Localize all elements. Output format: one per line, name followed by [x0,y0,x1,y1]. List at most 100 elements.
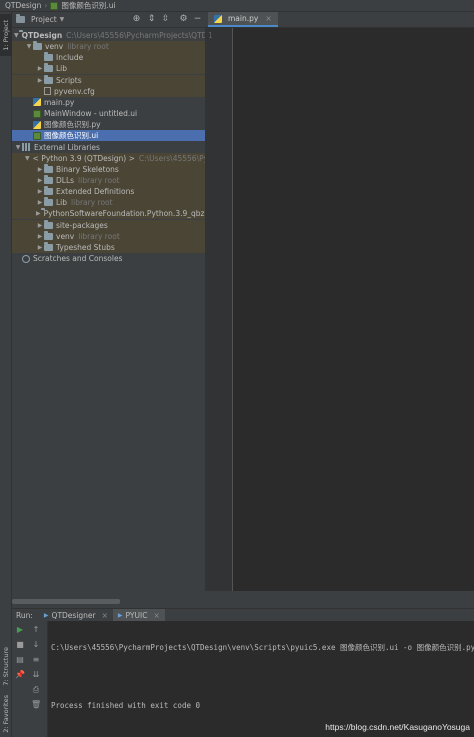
tab-structure[interactable]: 7: Structure [0,642,12,690]
console-output[interactable]: C:\Users\45556\PycharmProjects\QTDesign\… [49,621,474,737]
tree-item[interactable]: ▶ Scripts [12,74,205,86]
arrow-up-icon[interactable]: ↑ [31,625,41,635]
tree-item[interactable]: ▶ PythonSoftwareFoundation.Python.3.9_qbz… [12,208,205,220]
python-file-icon [33,120,41,129]
hide-panel-icon[interactable]: − [193,15,202,24]
chevron-right-icon[interactable]: ▶ [36,177,44,184]
tree-item[interactable]: MainWindow - untitled.ui [12,108,205,119]
close-icon[interactable]: × [153,611,159,620]
tree-item[interactable]: ▼ QTDesign C:\Users\45556\PycharmProjects\… [12,30,205,41]
tab-main-py[interactable]: main.py × [208,12,278,27]
tab-main-py-label: main.py [228,14,259,23]
ui-file-icon [33,131,41,140]
chevron-down-icon[interactable]: ▼ [25,155,30,162]
chevron-down-icon[interactable]: ▼ [25,43,33,50]
folder-icon [33,41,42,51]
tab-project[interactable]: 1: Project [0,14,12,56]
tree-item-label: 图像颜色识别.ui [44,131,99,141]
tree-item-label: PythonSoftwareFoundation.Python.3.9_qbz5… [43,209,205,219]
ui-file-icon [50,1,59,10]
tree-item[interactable]: ▶ Binary Skeletons [12,163,205,175]
tree-item[interactable]: 图像颜色识别.py [12,119,205,130]
tree-horizontal-scrollbar[interactable] [12,599,120,604]
expand-all-icon[interactable]: ⇕ [147,15,156,24]
tree-item-label: 图像颜色识别.py [44,120,101,130]
tree-item-label: Scripts [56,75,82,85]
breadcrumb-project[interactable]: QTDesign [5,1,41,10]
chevron-right-icon[interactable]: ▶ [36,77,44,84]
close-icon[interactable]: × [102,611,108,620]
tree-item-label: venv [45,42,64,52]
tree-item-label: Typeshed Stubs [56,242,115,252]
trash-icon[interactable]: 🗑 [31,700,41,710]
arrow-down-icon[interactable]: ↓ [31,640,41,650]
tree-item[interactable]: ▼ venv library root [12,41,205,53]
run-tab-qtdesigner-label: QTDesigner [51,610,96,620]
tree-item-label: main.py [44,97,75,107]
tree-item[interactable]: ▶ venv library root [12,230,205,242]
tree-item[interactable]: ▶ site-packages [12,219,205,231]
tree-item-label: Include [56,53,84,63]
chevron-right-icon[interactable]: ▶ [36,188,44,195]
tree-item[interactable]: 图像颜色识别.ui [12,130,205,142]
tree-item[interactable]: pyvenv.cfg [12,85,205,97]
chevron-right-icon[interactable]: ▶ [36,166,44,173]
tree-item-label: MainWindow - untitled.ui [44,109,138,119]
chevron-down-icon[interactable]: ▼ [60,16,65,23]
tree-item[interactable]: ▶ Lib [12,63,205,75]
project-panel-title[interactable]: Project [31,15,57,24]
left-tool-stripe: 1: Project 7: Structure 2: Favorites [0,12,12,737]
chevron-down-icon[interactable]: ▼ [14,144,22,151]
locate-file-icon[interactable]: ⊕ [132,15,141,24]
folder-icon [44,74,53,84]
run-config-icon: ▶ [117,611,123,619]
code-editor[interactable] [234,28,474,591]
library-folder-icon [44,230,53,240]
config-file-icon [44,87,51,96]
tree-item[interactable]: main.py [12,97,205,108]
tree-item-label: DLLs [56,175,75,185]
layout-icon[interactable]: ▤ [15,655,25,665]
editor-horizontal-scrollbar[interactable] [205,591,474,608]
soft-wrap-icon[interactable]: ≡ [31,655,41,665]
tab-favorites[interactable]: 2: Favorites [0,692,12,736]
rerun-icon[interactable]: ▶ [15,625,25,635]
tree-item[interactable]: ▶ DLLs library root [12,174,205,186]
chevron-right-icon[interactable]: ▶ [36,222,44,229]
pin-icon[interactable]: 📌 [15,670,25,680]
console-line: C:\Users\45556\PycharmProjects\QTDesign\… [51,643,474,652]
tree-item[interactable]: ▶ Typeshed Stubs [12,241,205,253]
breadcrumb-file[interactable]: 图像颜色识别.ui [61,0,115,11]
chevron-right-icon[interactable]: ▶ [36,233,44,240]
chevron-right-icon[interactable]: ▶ [36,199,44,206]
tab-favorites-label: 2: Favorites [2,695,10,733]
print-icon[interactable]: ⎙ [31,685,41,695]
tree-item[interactable]: Include [12,52,205,64]
tree-item[interactable]: ▶ Lib library root [12,197,205,209]
collapse-all-icon[interactable]: ⇳ [161,15,170,24]
tree-item-label: QTDesign [21,31,63,40]
watermark: https://blog.csdn.net/KasuganoYosuga [325,722,470,732]
console-line: Process finished with exit code 0 [51,701,201,710]
close-icon[interactable]: × [265,14,271,23]
scroll-to-end-icon[interactable]: ⇊ [31,670,41,680]
tree-item[interactable]: ▼ < Python 3.9 (QTDesign) > C:\Users\45556… [12,152,205,164]
tree-item-label: Scratches and Consoles [33,254,123,263]
chevron-right-icon[interactable]: ▶ [36,65,44,72]
chevron-right-icon[interactable]: ▶ [36,244,44,251]
tree-item[interactable]: ▼ External Libraries [12,142,205,153]
tree-item-label: venv [56,231,75,241]
breadcrumb-separator: › [44,1,48,10]
stop-icon[interactable]: ■ [15,640,25,650]
gear-icon[interactable]: ⚙ [179,15,188,24]
chevron-right-icon[interactable]: ▶ [36,210,41,217]
tree-item[interactable]: ▶ Extended Definitions [12,186,205,198]
tree-item[interactable]: Scratches and Consoles [12,253,205,264]
run-tab-qtdesigner[interactable]: ▶ QTDesigner × [39,609,113,621]
chevron-down-icon[interactable]: ▼ [14,32,19,39]
editor-tab-bar: main.py × [205,12,474,28]
run-tab-bar: Run: ▶ QTDesigner × ▶ PYUIC × [12,609,474,621]
run-tab-pyuic[interactable]: ▶ PYUIC × [112,609,165,621]
tree-item-hint: library root [67,42,109,52]
